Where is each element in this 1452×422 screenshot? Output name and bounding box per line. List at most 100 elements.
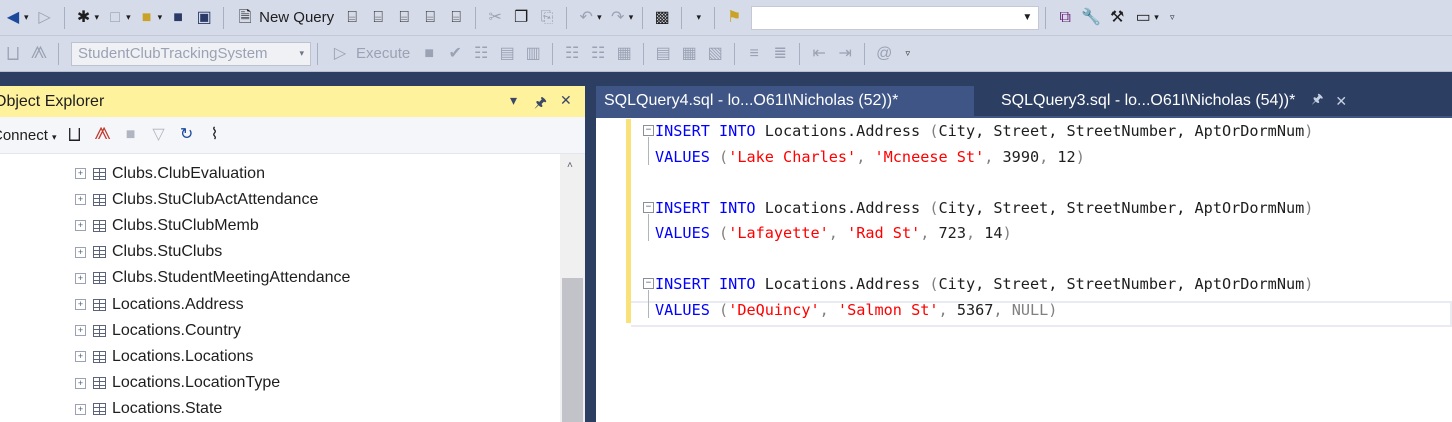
navigate-dropdown-button[interactable]: ▾ (688, 5, 708, 31)
results-to-file-button[interactable]: ▧ (702, 41, 728, 67)
toolbar-options-button[interactable]: ▿ (897, 41, 917, 67)
redo-button[interactable]: ↷ ▾ (605, 5, 637, 31)
tree-node-table[interactable]: + Locations.Country (75, 318, 241, 343)
tab-sqlquery3[interactable]: SQLQuery3.sql - lo...O61I\Nicholas (54))… (993, 86, 1379, 116)
open-file-button[interactable]: ■ ▾ (134, 5, 166, 31)
toolbox-button[interactable]: ⚒ (1104, 5, 1130, 31)
change-connection-button[interactable]: ⨇ (26, 41, 52, 67)
uncomment-button[interactable]: ≣ (767, 41, 793, 67)
results-to-grid-button[interactable]: ▦ (676, 41, 702, 67)
live-query-stats-button[interactable]: ☷ (585, 41, 611, 67)
tree-node-table[interactable]: + Clubs.StudentMeetingAttendance (75, 266, 350, 291)
new-query-button[interactable]: 🗎 New Query (230, 5, 339, 31)
expand-icon[interactable]: + (75, 351, 86, 363)
intellisense-button[interactable]: ▥ (520, 41, 546, 67)
expand-icon[interactable]: + (75, 194, 86, 206)
refresh-icon[interactable]: ↻ (177, 125, 197, 145)
solution-explorer-button[interactable]: ⧉ (1052, 5, 1078, 31)
xmla-query-button[interactable]: ⌸ (417, 5, 443, 31)
expand-icon[interactable]: + (75, 220, 86, 232)
execution-plan-icon: ☷ (474, 44, 489, 62)
disconnect-icon[interactable]: ⨇ (93, 125, 113, 145)
dmx-query-button[interactable]: ⌸ (391, 5, 417, 31)
tab-sqlquery4[interactable]: SQLQuery4.sql - lo...O61I\Nicholas (52))… (596, 86, 974, 116)
pin-icon[interactable]: 🖈 (1311, 90, 1323, 112)
window-position-icon[interactable]: ▾ (510, 92, 517, 109)
save-all-button[interactable]: ▣ (191, 5, 217, 31)
scrollbar-thumb[interactable] (562, 278, 583, 422)
undo-button[interactable]: ↶ ▾ (573, 5, 605, 31)
sql-editor[interactable]: INSERT INTO Locations.Address (City, Str… (596, 118, 1452, 422)
collapse-region-icon[interactable]: − (643, 201, 654, 213)
chevron-down-icon: ▾ (24, 12, 29, 22)
code-line-values[interactable]: VALUES ('Lake Charles', 'Mcneese St', 39… (655, 144, 1085, 170)
copy-button[interactable]: ❐ (508, 5, 534, 31)
activity-icon[interactable]: ⌇ (205, 125, 225, 145)
close-icon[interactable]: ✕ (560, 92, 572, 109)
close-icon[interactable]: ✕ (1335, 93, 1347, 110)
collapse-region-icon[interactable]: − (643, 125, 654, 136)
comment-out-button[interactable]: ≡ (741, 41, 767, 67)
code-line-insert[interactable]: INSERT INTO Locations.Address (City, Str… (655, 195, 1313, 221)
forward-button[interactable]: ▷ (32, 5, 58, 31)
expand-icon[interactable]: + (75, 246, 86, 258)
expand-icon[interactable]: + (75, 403, 86, 415)
expand-icon[interactable]: + (75, 168, 86, 179)
execute-button[interactable]: ▷ Execute (324, 41, 416, 67)
results-to-text-button[interactable]: ▤ (650, 41, 676, 67)
parse-button[interactable]: ✔ (442, 41, 468, 67)
tree-node-table[interactable]: + Clubs.StuClubActAttendance (75, 187, 318, 212)
object-explorer-scrollbar[interactable]: ˄ (560, 154, 585, 422)
connect-dropdown[interactable]: Connect ▾ (0, 127, 57, 144)
dax-query-button[interactable]: ⌸ (443, 5, 469, 31)
available-databases-combo[interactable]: StudentClubTrackingSystem ▾ (71, 41, 311, 66)
database-engine-query-button[interactable]: ⌸ (339, 5, 365, 31)
client-statistics-button[interactable]: ▦ (611, 41, 637, 67)
tree-node-table[interactable]: + Locations.LocationType (75, 371, 280, 396)
mdx-query-button[interactable]: ⌸ (365, 5, 391, 31)
include-actual-plan-button[interactable]: ☷ (559, 41, 585, 67)
scroll-up-icon[interactable]: ˄ (567, 160, 573, 171)
activity-monitor-button[interactable]: ▩ (649, 5, 675, 31)
connect-button[interactable]: ⨆ (0, 41, 26, 67)
code-line-insert[interactable]: INSERT INTO Locations.Address (City, Str… (655, 271, 1313, 297)
tree-node-table[interactable]: + Locations.State (75, 397, 222, 422)
save-all-icon: ▣ (196, 8, 212, 26)
increase-indent-button[interactable]: ⇥ (832, 41, 858, 67)
expand-icon[interactable]: + (75, 325, 86, 337)
tree-node-table[interactable]: + Clubs.StuClubs (75, 240, 222, 265)
collapse-region-icon[interactable]: − (643, 278, 654, 289)
properties-button[interactable]: 🔧 (1078, 5, 1104, 31)
window-layout-button[interactable]: ▭ ▾ (1130, 5, 1162, 31)
new-project-button[interactable]: ✱ ▾ (71, 5, 103, 31)
toolbar-options-button[interactable]: ▿ (1162, 5, 1182, 31)
find-combo[interactable]: ▼ (751, 5, 1040, 30)
cut-button[interactable]: ✂ (482, 5, 508, 31)
code-line-insert[interactable]: INSERT INTO Locations.Address (City, Str… (655, 118, 1313, 144)
find-in-files-button[interactable]: ⚑ (721, 5, 747, 31)
tree-node-table[interactable]: + Clubs.ClubEvaluation (75, 161, 265, 186)
panel-splitter[interactable] (585, 86, 596, 422)
estimated-plan-button[interactable]: ☷ (468, 41, 494, 67)
expand-icon[interactable]: + (75, 272, 86, 284)
code-line-values[interactable]: VALUES ('DeQuincy', 'Salmon St', 5367, N… (655, 297, 1057, 323)
expand-icon[interactable]: + (75, 299, 86, 310)
cancel-query-button[interactable]: ■ (416, 41, 442, 67)
tree-node-table[interactable]: + Locations.Locations (75, 344, 253, 369)
stop-icon[interactable]: ■ (121, 125, 141, 145)
pin-icon[interactable]: 🖈 (534, 92, 547, 116)
expand-icon[interactable]: + (75, 377, 86, 389)
specify-template-values-button[interactable]: @ (871, 41, 897, 67)
query-options-button[interactable]: ▤ (494, 41, 520, 67)
code-line-values[interactable]: VALUES ('Lafayette', 'Rad St', 723, 14) (655, 220, 1012, 246)
save-button[interactable]: ■ (165, 5, 191, 31)
chevron-down-icon: ▼ (1022, 12, 1033, 23)
decrease-indent-button[interactable]: ⇤ (806, 41, 832, 67)
add-item-button[interactable]: □ ▾ (102, 5, 134, 31)
plug-icon[interactable]: ⨆ (65, 125, 85, 145)
back-button[interactable]: ◀ ▾ (0, 5, 32, 31)
tree-node-table[interactable]: + Locations.Address (75, 292, 244, 317)
paste-button[interactable]: ⎘ (534, 5, 560, 31)
filter-icon[interactable]: ▽ (149, 125, 169, 145)
tree-node-table[interactable]: + Clubs.StuClubMemb (75, 213, 259, 238)
